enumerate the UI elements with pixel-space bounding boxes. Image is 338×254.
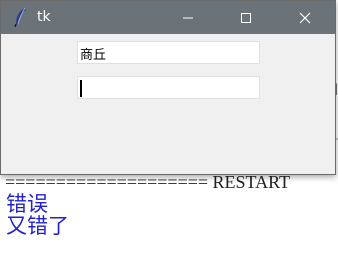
maximize-icon (240, 12, 252, 24)
window-client-area: 商丘 (1, 34, 335, 174)
city-entry[interactable]: 商丘 (77, 41, 260, 64)
shell-output-line: 又错了 (6, 214, 69, 238)
minimize-button[interactable] (165, 1, 211, 34)
maximize-button[interactable] (223, 1, 269, 34)
tk-window: tk 商丘 (0, 0, 336, 175)
close-button[interactable] (282, 1, 328, 34)
title-bar[interactable]: tk (1, 1, 335, 34)
minimize-icon (182, 12, 194, 24)
close-icon (299, 12, 311, 24)
answer-entry[interactable] (77, 76, 260, 99)
text-caret (80, 80, 82, 97)
window-title: tk (37, 9, 51, 25)
restart-banner: ==================== RESTART (5, 172, 291, 192)
feather-icon (13, 7, 29, 28)
shell-output-line: 错误 (6, 192, 48, 216)
